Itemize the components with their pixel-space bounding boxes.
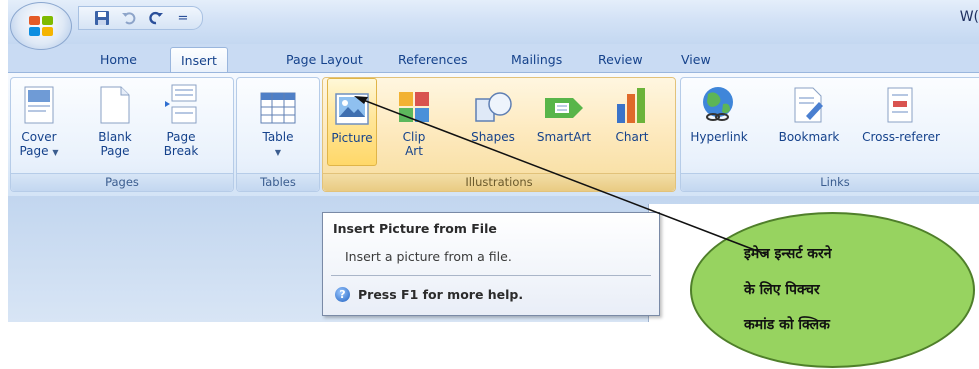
tooltip-description: Insert a picture from a file.: [345, 249, 512, 264]
quick-access-toolbar: =: [78, 6, 203, 30]
bookmark-button[interactable]: Bookmark: [773, 78, 845, 144]
chevron-down-icon: ▼: [274, 148, 282, 157]
table-button[interactable]: Table ▼: [251, 78, 305, 160]
hyperlink-label: Hyperlink: [690, 130, 748, 144]
clip-art-button[interactable]: Clip Art: [389, 78, 439, 158]
callout-line-3: कमांड को क्लिक: [744, 317, 830, 333]
title-bar: = W(: [8, 0, 979, 44]
cross-reference-label: Cross-referer: [862, 130, 940, 144]
callout-line-1: इमेज इन्सर्ट करने: [744, 246, 832, 262]
callout-line-2: के लिए पिक्चर: [744, 282, 820, 298]
table-icon: [260, 84, 296, 124]
tab-home[interactable]: Home: [100, 52, 137, 67]
page-break-icon: [164, 84, 198, 124]
chart-icon: [615, 84, 649, 124]
table-label: Table: [262, 130, 294, 144]
chevron-down-icon: ▼: [52, 148, 59, 157]
cover-page-label-1: Cover: [21, 130, 57, 144]
group-illustrations: Picture Clip Art Shapes SmartArt Chart I…: [322, 77, 676, 192]
group-pages: Cover Page ▼ Blank Page Page Break Pages: [10, 77, 234, 192]
group-label-illustrations: Illustrations: [323, 173, 675, 191]
hyperlink-icon: [699, 84, 739, 124]
group-label-links: Links: [681, 173, 979, 191]
help-icon: ?: [335, 287, 350, 302]
blank-page-icon: [100, 84, 130, 124]
clip-art-label-2: Art: [405, 144, 423, 158]
blank-page-label-2: Page: [100, 144, 130, 158]
customize-icon[interactable]: =: [174, 9, 192, 27]
clip-art-label-1: Clip: [402, 130, 426, 144]
group-label-pages: Pages: [11, 173, 233, 191]
annotation-callout: इमेज इन्सर्ट करने के लिए पिक्चर कमांड को…: [690, 212, 975, 368]
cross-reference-icon: [884, 84, 918, 124]
group-tables: Table ▼ Tables: [236, 77, 320, 192]
group-label-tables: Tables: [237, 173, 319, 191]
tab-references[interactable]: References: [398, 52, 467, 67]
page-break-button[interactable]: Page Break: [155, 78, 207, 158]
picture-button[interactable]: Picture: [327, 78, 377, 166]
tooltip-help-text: Press F1 for more help.: [358, 287, 524, 302]
tab-page-layout[interactable]: Page Layout: [286, 52, 363, 67]
smartart-label: SmartArt: [536, 130, 592, 144]
smartart-icon: [543, 84, 585, 124]
hyperlink-button[interactable]: Hyperlink: [683, 78, 755, 144]
picture-icon: [335, 85, 369, 125]
blank-page-button[interactable]: Blank Page: [91, 78, 139, 158]
smartart-button[interactable]: SmartArt: [529, 78, 599, 144]
shapes-label: Shapes: [471, 130, 515, 144]
picture-label: Picture: [331, 131, 373, 145]
tooltip: Insert Picture from File Insert a pictur…: [322, 212, 660, 316]
tab-review[interactable]: Review: [598, 52, 643, 67]
tooltip-help: ? Press F1 for more help.: [335, 287, 523, 302]
tooltip-divider: [331, 275, 651, 276]
clip-art-icon: [397, 84, 431, 124]
tooltip-title: Insert Picture from File: [333, 221, 497, 236]
group-links: Hyperlink Bookmark Cross-referer Links: [680, 77, 979, 192]
ribbon-tabs: Home Insert Page Layout References Maili…: [8, 44, 979, 73]
tab-insert[interactable]: Insert: [170, 47, 228, 73]
cross-reference-button[interactable]: Cross-referer: [851, 78, 951, 144]
page-break-label-2: Break: [163, 144, 199, 158]
cover-page-button[interactable]: Cover Page ▼: [13, 78, 65, 160]
chart-button[interactable]: Chart: [605, 78, 659, 144]
cover-page-label-2: Page: [19, 144, 49, 158]
app-title: W(: [959, 9, 979, 25]
blank-page-label-1: Blank: [98, 130, 132, 144]
tab-view[interactable]: View: [681, 52, 711, 67]
redo-icon[interactable]: [147, 9, 165, 27]
save-icon[interactable]: [93, 9, 111, 27]
office-logo-icon: [29, 16, 53, 36]
cover-page-icon: [24, 84, 54, 124]
shapes-button[interactable]: Shapes: [461, 78, 525, 144]
page-break-label-1: Page: [166, 130, 196, 144]
chart-label: Chart: [615, 130, 649, 144]
tab-mailings[interactable]: Mailings: [511, 52, 562, 67]
office-button[interactable]: [10, 2, 72, 50]
shapes-icon: [473, 84, 513, 124]
ribbon: CoverPage ▼ BlankPage PageBreak Pages: [8, 72, 979, 197]
undo-icon[interactable]: [120, 9, 138, 27]
bookmark-icon: [792, 84, 826, 124]
bookmark-label: Bookmark: [778, 130, 840, 144]
